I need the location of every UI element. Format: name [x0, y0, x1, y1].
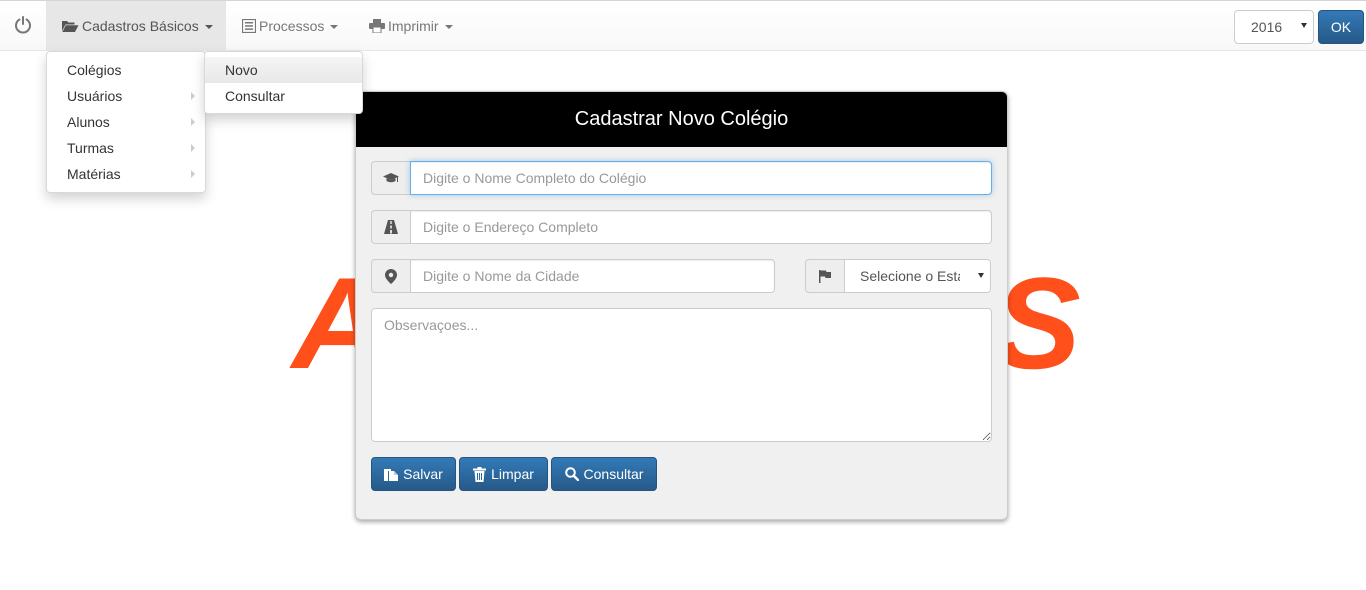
print-icon [369, 19, 385, 33]
dropdown-item-turmas[interactable]: Turmas [47, 135, 205, 161]
state-select[interactable]: Selecione o Estado [844, 259, 991, 293]
select-arrow-icon [978, 273, 984, 278]
top-navbar: Cadastros Básicos Processos Imprimir 201… [0, 0, 1366, 51]
save-button-label: Salvar [403, 466, 443, 482]
power-icon [13, 15, 33, 38]
select-arrow-icon [1301, 23, 1307, 28]
school-name-input[interactable] [410, 161, 992, 195]
dropdown-item-label: Usuários [67, 88, 123, 104]
search-button[interactable]: Consultar [551, 457, 657, 491]
road-icon [371, 210, 411, 244]
clear-button-label: Limpar [491, 466, 534, 482]
ok-button[interactable]: OK [1318, 10, 1364, 44]
form-title: Cadastrar Novo Colégio [356, 92, 1007, 147]
menu-processos-label: Processos [259, 18, 325, 34]
submenu-item-label: Novo [225, 62, 258, 78]
submenu-item-consultar[interactable]: Consultar [205, 83, 362, 109]
caret-right-icon [191, 92, 195, 100]
menu-imprimir-label: Imprimir [388, 18, 439, 34]
search-icon [564, 467, 579, 481]
map-marker-icon [371, 259, 411, 293]
save-button[interactable]: Salvar [371, 457, 456, 491]
flag-icon [805, 259, 845, 293]
submenu-item-novo[interactable]: Novo [205, 57, 362, 83]
state-group: Selecione o Estado [805, 259, 992, 293]
submenu-item-label: Consultar [225, 88, 285, 104]
trash-icon [473, 466, 487, 482]
city-group [371, 259, 775, 293]
dropdown-item-label: Matérias [67, 166, 121, 182]
dropdown-item-alunos[interactable]: Alunos [47, 109, 205, 135]
menu-processos[interactable]: Processos [242, 1, 339, 51]
caret-right-icon [191, 170, 195, 178]
school-name-group [371, 161, 992, 195]
city-input[interactable] [410, 259, 775, 293]
dropdown-item-colegios[interactable]: Colégios [47, 57, 205, 83]
caret-down-icon [330, 24, 339, 29]
search-button-label: Consultar [583, 466, 644, 482]
dropdown-item-label: Turmas [67, 140, 114, 156]
state-select-value: Selecione o Estado [860, 268, 960, 284]
dropdown-item-label: Alunos [67, 114, 110, 130]
clear-button[interactable]: Limpar [459, 457, 548, 491]
caret-down-icon [444, 24, 453, 29]
year-select-value: 2016 [1251, 19, 1283, 35]
menu-cadastros-label: Cadastros Básicos [82, 18, 199, 34]
address-group [371, 210, 992, 244]
cadastros-dropdown-menu: Colégios Usuários Alunos Turmas Matérias [46, 51, 206, 193]
menu-cadastros-basicos[interactable]: Cadastros Básicos [46, 1, 226, 51]
copy-icon [384, 467, 399, 481]
dropdown-item-materias[interactable]: Matérias [47, 161, 205, 187]
caret-right-icon [191, 118, 195, 126]
list-alt-icon [242, 19, 256, 33]
power-button[interactable] [0, 1, 45, 51]
graduation-cap-icon [371, 161, 411, 195]
caret-down-icon [204, 24, 213, 29]
year-select[interactable]: 2016 [1234, 10, 1314, 44]
dropdown-item-usuarios[interactable]: Usuários [47, 83, 205, 109]
folder-open-icon [61, 19, 79, 33]
new-school-form-panel: Cadastrar Novo Colégio Digite o Nome Com… [355, 91, 1008, 520]
caret-right-icon [191, 144, 195, 152]
colegios-submenu: Novo Consultar [204, 51, 363, 114]
address-input[interactable] [410, 210, 992, 244]
dropdown-item-label: Colégios [67, 62, 122, 78]
menu-imprimir[interactable]: Imprimir [369, 1, 453, 51]
notes-textarea[interactable] [371, 308, 992, 442]
